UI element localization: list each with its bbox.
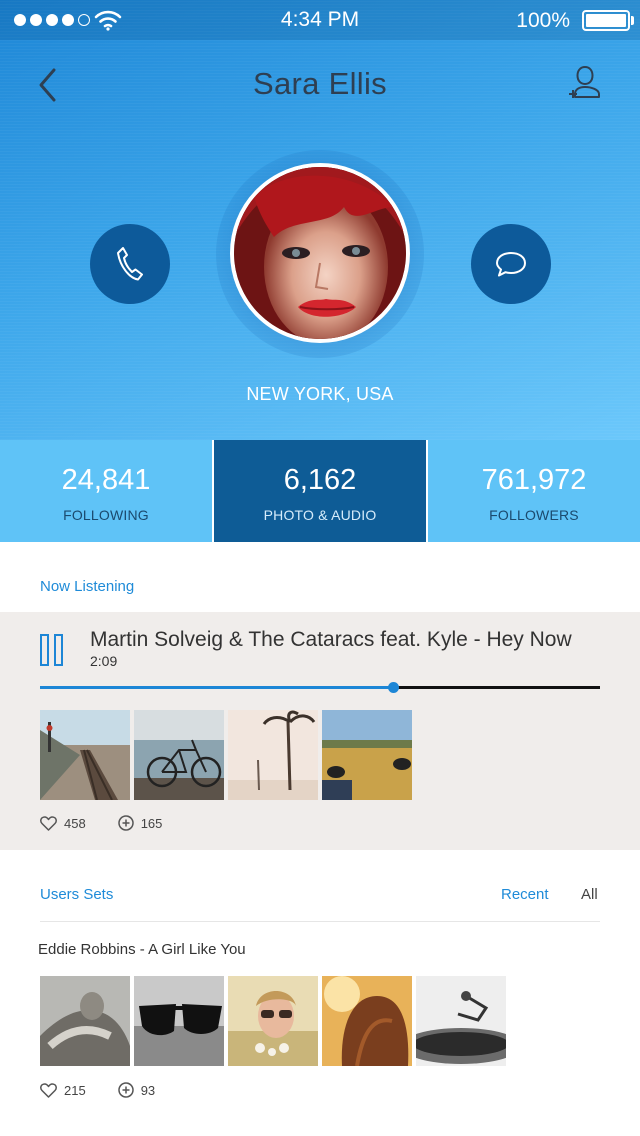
track-photos (40, 710, 412, 800)
photo-thumbnail-field[interactable] (322, 710, 412, 800)
photo-thumbnail-sunglasses[interactable] (134, 976, 224, 1066)
stat-label: FOLLOWERS (489, 507, 579, 523)
filter-recent[interactable]: Recent (501, 886, 549, 903)
stat-label: FOLLOWING (63, 507, 149, 523)
track-engagement: 458 165 (40, 815, 194, 831)
set-engagement: 215 93 (40, 1082, 187, 1098)
message-button[interactable] (471, 224, 551, 304)
photo-thumbnail-girl-sunglasses[interactable] (228, 976, 318, 1066)
status-bar: 4:34 PM 100% (0, 0, 640, 40)
users-sets-heading: Users Sets (40, 886, 114, 903)
now-listening-heading: Now Listening (40, 578, 135, 595)
avatar-photo (234, 167, 406, 339)
call-button[interactable] (90, 224, 170, 304)
stats-bar: 24,841 FOLLOWING 6,162 PHOTO & AUDIO 761… (0, 440, 640, 542)
stat-label: PHOTO & AUDIO (263, 507, 377, 523)
stat-value: 6,162 (283, 464, 357, 496)
add-count: 165 (140, 815, 163, 831)
chat-bubble-icon (496, 252, 526, 277)
progress-handle[interactable] (387, 682, 399, 693)
now-playing-card: Martin Solveig & The Cataracs feat. Kyle… (0, 612, 640, 850)
stat-followers[interactable]: 761,972 FOLLOWERS (428, 440, 640, 542)
stat-value: 24,841 (61, 464, 151, 496)
avatar[interactable] (230, 163, 410, 343)
photo-thumbnail-palm-tree[interactable] (228, 710, 318, 800)
photo-thumbnail-turntable[interactable] (416, 976, 506, 1066)
track-time: 2:09 (90, 653, 118, 669)
plus-circle-icon[interactable] (117, 1082, 134, 1098)
like-count: 215 (64, 1082, 86, 1098)
track-title[interactable]: Martin Solveig & The Cataracs feat. Kyle… (90, 628, 572, 652)
stat-following[interactable]: 24,841 FOLLOWING (0, 440, 212, 542)
photo-thumbnail-woman-bw[interactable] (40, 976, 130, 1066)
battery-icon (582, 10, 630, 31)
page-title: Sara Ellis (253, 66, 387, 101)
photo-thumbnail-bicycle[interactable] (134, 710, 224, 800)
stat-photo-audio[interactable]: 6,162 PHOTO & AUDIO (214, 440, 426, 542)
heart-icon[interactable] (40, 815, 57, 831)
set-photos (40, 976, 506, 1066)
plus-circle-icon[interactable] (117, 815, 134, 831)
set-title[interactable]: Eddie Robbins - A Girl Like You (38, 941, 246, 958)
stat-value: 761,972 (481, 464, 587, 496)
location-label: NEW YORK, USA (246, 384, 394, 404)
photo-thumbnail-sunset-hair[interactable] (322, 976, 412, 1066)
like-count: 458 (64, 815, 86, 831)
add-user-icon[interactable] (566, 64, 604, 102)
playback-progress-bar[interactable] (40, 682, 600, 693)
battery-percentage: 100% (516, 9, 570, 32)
divider (40, 921, 600, 922)
heart-icon[interactable] (40, 1082, 57, 1098)
add-count: 93 (140, 1082, 156, 1098)
pause-button[interactable] (40, 634, 64, 666)
profile-header: 4:34 PM 100% Sara Ellis NEW YORK, USA (0, 0, 640, 440)
phone-icon (117, 247, 143, 281)
photo-thumbnail-railroad[interactable] (40, 710, 130, 800)
filter-all[interactable]: All (581, 886, 598, 903)
